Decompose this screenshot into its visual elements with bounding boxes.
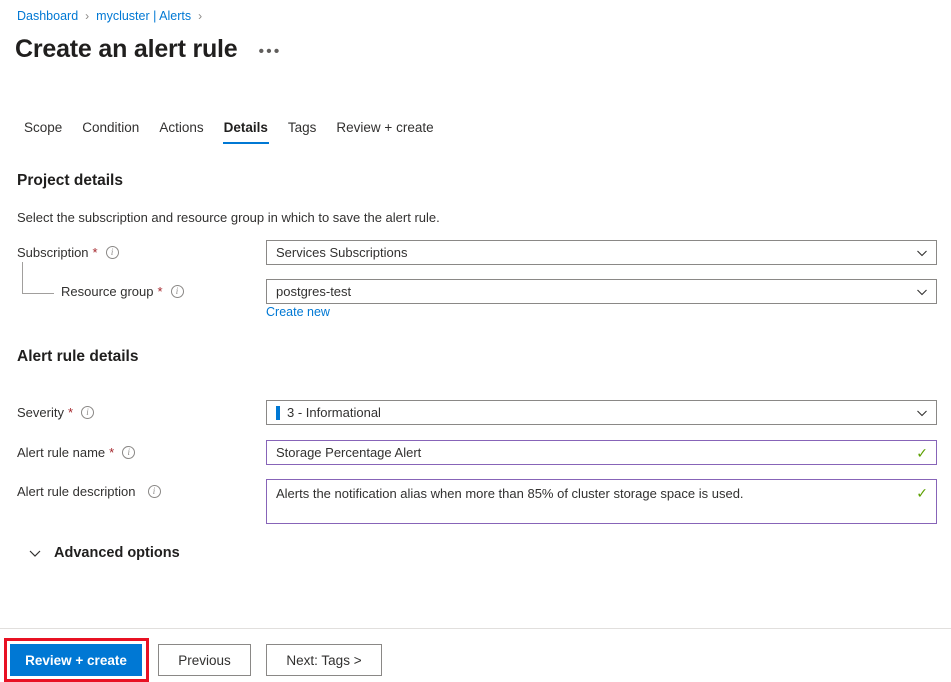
chevron-down-icon bbox=[916, 286, 928, 298]
severity-required-asterisk: * bbox=[68, 405, 73, 420]
severity-label: Severity * i bbox=[17, 405, 94, 420]
alert-rule-description-label: Alert rule description i bbox=[17, 484, 161, 499]
alert-rule-description-label-text: Alert rule description bbox=[17, 484, 136, 499]
alert-rule-name-label: Alert rule name * i bbox=[17, 445, 135, 460]
alert-rule-description-field[interactable]: Alerts the notification alias when more … bbox=[266, 479, 937, 524]
resource-group-value: postgres-test bbox=[276, 284, 910, 299]
tab-actions[interactable]: Actions bbox=[149, 118, 213, 145]
info-icon[interactable]: i bbox=[122, 446, 135, 459]
breadcrumb-item-mycluster-alerts[interactable]: mycluster | Alerts bbox=[96, 8, 191, 24]
severity-value: 3 - Informational bbox=[287, 405, 910, 420]
alert-rule-name-field[interactable]: Storage Percentage Alert ✓ bbox=[266, 440, 937, 465]
info-icon[interactable]: i bbox=[171, 285, 184, 298]
page-title-row: Create an alert rule ••• bbox=[15, 33, 284, 65]
review-create-button[interactable]: Review + create bbox=[10, 644, 142, 676]
next-tags-button[interactable]: Next: Tags > bbox=[266, 644, 382, 676]
severity-color-swatch bbox=[276, 406, 280, 420]
breadcrumb: Dashboard › mycluster | Alerts › bbox=[17, 8, 209, 24]
tab-condition[interactable]: Condition bbox=[72, 118, 149, 145]
tab-scope[interactable]: Scope bbox=[14, 118, 72, 145]
alert-rule-name-required-asterisk: * bbox=[109, 445, 114, 460]
tab-tags[interactable]: Tags bbox=[278, 118, 327, 145]
subscription-required-asterisk: * bbox=[93, 245, 98, 260]
info-icon[interactable]: i bbox=[81, 406, 94, 419]
resource-group-tree-connector bbox=[22, 262, 54, 294]
info-icon[interactable]: i bbox=[106, 246, 119, 259]
alert-rule-description-value[interactable]: Alerts the notification alias when more … bbox=[276, 485, 910, 502]
project-details-description: Select the subscription and resource gro… bbox=[17, 210, 440, 225]
previous-button[interactable]: Previous bbox=[158, 644, 251, 676]
advanced-options-toggle[interactable]: Advanced options bbox=[28, 545, 180, 561]
page-title: Create an alert rule bbox=[15, 33, 238, 65]
tab-review-create[interactable]: Review + create bbox=[326, 118, 443, 145]
breadcrumb-separator-icon: › bbox=[198, 8, 202, 24]
subscription-dropdown[interactable]: Services Subscriptions bbox=[266, 240, 937, 265]
chevron-down-icon bbox=[916, 407, 928, 419]
subscription-label-text: Subscription bbox=[17, 245, 89, 260]
severity-label-text: Severity bbox=[17, 405, 64, 420]
breadcrumb-separator-icon: › bbox=[85, 8, 89, 24]
resource-group-required-asterisk: * bbox=[158, 284, 163, 299]
info-icon[interactable]: i bbox=[148, 485, 161, 498]
advanced-options-label: Advanced options bbox=[54, 545, 180, 561]
valid-check-icon: ✓ bbox=[916, 486, 928, 500]
valid-check-icon: ✓ bbox=[916, 446, 928, 460]
alert-rule-details-heading: Alert rule details bbox=[17, 348, 138, 366]
chevron-down-icon bbox=[916, 247, 928, 259]
severity-dropdown[interactable]: 3 - Informational bbox=[266, 400, 937, 425]
wizard-tabs: Scope Condition Actions Details Tags Rev… bbox=[14, 118, 444, 145]
breadcrumb-item-dashboard[interactable]: Dashboard bbox=[17, 8, 78, 24]
alert-rule-name-value[interactable]: Storage Percentage Alert bbox=[276, 444, 910, 461]
tab-details[interactable]: Details bbox=[214, 118, 278, 145]
resource-group-label-text: Resource group bbox=[61, 284, 154, 299]
subscription-value: Services Subscriptions bbox=[276, 245, 910, 260]
more-options-icon[interactable]: ••• bbox=[256, 43, 285, 61]
alert-rule-name-label-text: Alert rule name bbox=[17, 445, 105, 460]
project-details-heading: Project details bbox=[17, 172, 123, 190]
chevron-down-icon bbox=[28, 546, 42, 560]
create-new-resource-group-link[interactable]: Create new bbox=[266, 305, 330, 319]
footer-actions bbox=[0, 629, 951, 682]
subscription-label: Subscription * i bbox=[17, 245, 119, 260]
resource-group-label: Resource group * i bbox=[61, 284, 184, 299]
resource-group-dropdown[interactable]: postgres-test bbox=[266, 279, 937, 304]
